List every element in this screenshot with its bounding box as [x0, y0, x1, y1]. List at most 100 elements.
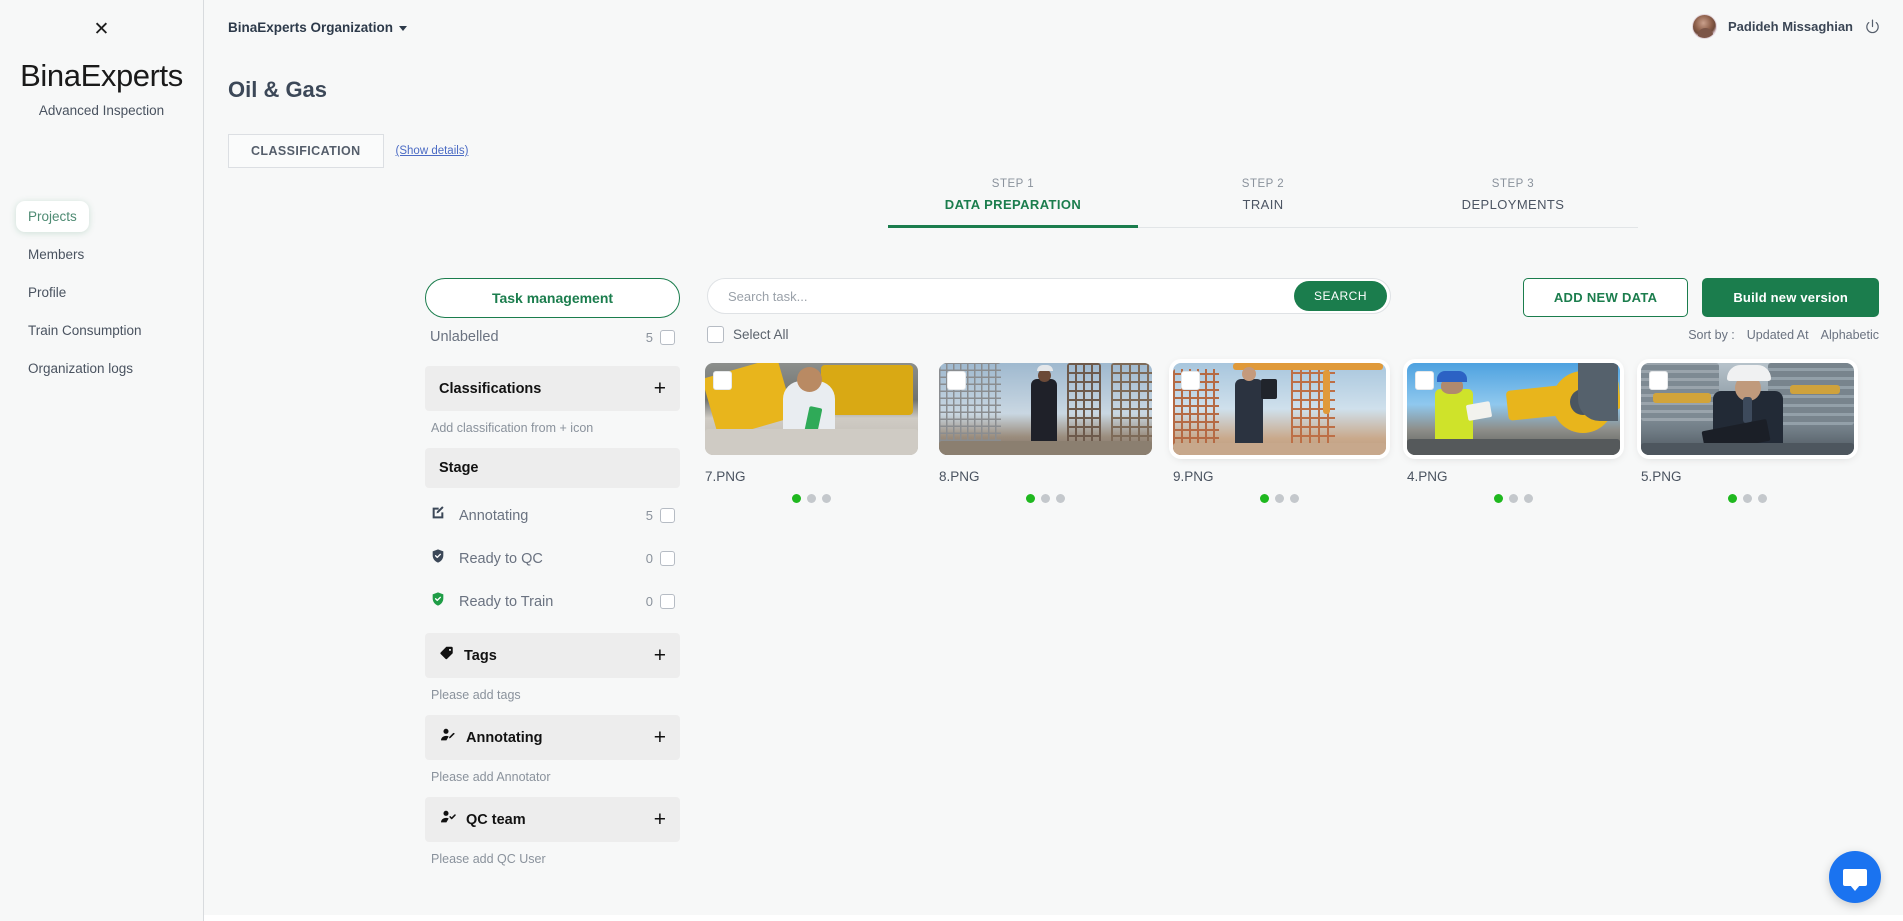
stage-annotating-count: 5: [645, 508, 653, 523]
tags-title: Tags: [464, 647, 497, 664]
project-type-row: CLASSIFICATION (Show details): [228, 134, 468, 168]
sidebar-item-members[interactable]: Members: [16, 239, 96, 270]
task-name: 7.PNG: [705, 469, 746, 484]
annotating-title: Annotating: [466, 729, 543, 746]
filter-row-unlabelled[interactable]: Unlabelled 5: [425, 318, 680, 356]
sidebar-item-projects[interactable]: Projects: [16, 201, 89, 232]
shield-check-icon: [430, 548, 446, 569]
tags-hint: Please add tags: [431, 688, 521, 702]
task-name: 9.PNG: [1173, 469, 1214, 484]
task-management-button[interactable]: Task management: [425, 278, 680, 318]
sort-option-alphabetic[interactable]: Alphabetic: [1821, 328, 1879, 342]
task-status-dots: [1641, 494, 1854, 503]
tab-train[interactable]: STEP 2 TRAIN: [1138, 178, 1388, 227]
step-1-label: DATA PREPARATION: [944, 197, 1082, 212]
task-thumbnail[interactable]: [1641, 363, 1854, 455]
shield-check-green-icon: [430, 591, 446, 612]
stage-ready-to-train-checkbox[interactable]: [660, 594, 675, 609]
stage-ready-to-train-count: 0: [645, 594, 653, 609]
build-new-version-button[interactable]: Build new version: [1702, 278, 1879, 317]
organization-selector[interactable]: BinaExperts Organization: [228, 20, 408, 35]
sidebar-item-train-consumption[interactable]: Train Consumption: [16, 315, 154, 346]
stage-row-ready-to-train[interactable]: Ready to Train 0: [425, 580, 680, 623]
task-name: 4.PNG: [1407, 469, 1448, 484]
chat-bubble-icon[interactable]: [1829, 851, 1881, 903]
stage-row-ready-to-qc[interactable]: Ready to QC 0: [425, 537, 680, 580]
power-icon[interactable]: [1864, 18, 1881, 35]
qc-team-hint: Please add QC User: [431, 852, 546, 866]
task-checkbox[interactable]: [1415, 371, 1434, 390]
search-input[interactable]: [708, 288, 1294, 304]
add-annotator-button[interactable]: +: [654, 727, 666, 748]
add-classification-button[interactable]: +: [654, 378, 666, 399]
unlabelled-checkbox[interactable]: [660, 329, 675, 345]
stage-annotating-checkbox[interactable]: [660, 508, 675, 523]
task-card[interactable]: 7.PNG: [705, 363, 939, 503]
pencil-square-icon: [430, 505, 446, 526]
show-details-link[interactable]: (Show details): [396, 145, 469, 157]
status-dot-1: [1260, 494, 1269, 503]
classifications-hint: Add classification from + icon: [431, 421, 594, 435]
step-3-number: STEP 3: [1491, 178, 1535, 190]
task-checkbox[interactable]: [1649, 371, 1668, 390]
annotating-hint: Please add Annotator: [431, 770, 551, 784]
sort-option-updated-at[interactable]: Updated At: [1747, 328, 1809, 342]
task-thumbnail[interactable]: [1173, 363, 1386, 455]
status-dot-1: [1728, 494, 1737, 503]
user-check-icon: [439, 809, 457, 830]
task-thumbnail[interactable]: [939, 363, 1152, 455]
task-card-grid: 7.PNG 8.PNG 9.PNG 4.PNG 5.PNG: [705, 363, 1875, 503]
task-thumbnail[interactable]: [1407, 363, 1620, 455]
unlabelled-label: Unlabelled: [430, 329, 499, 345]
task-card[interactable]: 4.PNG: [1407, 363, 1641, 503]
stage-title: Stage: [439, 460, 479, 476]
task-card[interactable]: 5.PNG: [1641, 363, 1875, 503]
select-all-row[interactable]: Select All: [707, 326, 789, 343]
page-title: Oil & Gas: [228, 77, 328, 102]
user-area: Padideh Missaghian: [1692, 14, 1881, 39]
add-tag-button[interactable]: +: [654, 645, 666, 666]
brand-tagline: Advanced Inspection: [38, 103, 165, 118]
avatar[interactable]: [1692, 14, 1718, 39]
stage-ready-to-qc-count: 0: [645, 551, 653, 566]
main-content: BinaExperts Organization Padideh Missagh…: [204, 0, 1903, 921]
stage-section-header: Stage: [425, 448, 680, 488]
stage-ready-to-qc-checkbox[interactable]: [660, 551, 675, 566]
status-dot-2: [1275, 494, 1284, 503]
sort-by-label: Sort by :: [1688, 328, 1735, 342]
tab-deployments[interactable]: STEP 3 DEPLOYMENTS: [1388, 178, 1638, 227]
add-new-data-button[interactable]: ADD NEW DATA: [1522, 278, 1689, 317]
sidebar-item-profile[interactable]: Profile: [16, 277, 78, 308]
search-bar: SEARCH: [707, 278, 1391, 314]
sidebar-item-organization-logs[interactable]: Organization logs: [16, 353, 145, 384]
task-status-dots: [705, 494, 918, 503]
task-status-dots: [1173, 494, 1386, 503]
stage-ready-to-qc-label: Ready to QC: [459, 550, 543, 567]
chevron-down-icon: [399, 26, 408, 31]
close-icon[interactable]: ✕: [89, 16, 115, 42]
status-dot-3: [1524, 494, 1533, 503]
add-qc-user-button[interactable]: +: [654, 809, 666, 830]
task-checkbox[interactable]: [1181, 371, 1200, 390]
status-dot-2: [1041, 494, 1050, 503]
task-thumbnail[interactable]: [705, 363, 918, 455]
classification-badge[interactable]: CLASSIFICATION: [228, 134, 384, 168]
task-checkbox[interactable]: [713, 371, 732, 390]
status-dot-2: [1743, 494, 1752, 503]
task-checkbox[interactable]: [947, 371, 966, 390]
select-all-checkbox[interactable]: [707, 326, 724, 343]
search-button[interactable]: SEARCH: [1293, 281, 1387, 311]
tab-data-preparation[interactable]: STEP 1 DATA PREPARATION: [888, 178, 1138, 228]
steps-tabs: STEP 1 DATA PREPARATION STEP 2 TRAIN STE…: [888, 178, 1638, 228]
task-card[interactable]: 8.PNG: [939, 363, 1173, 503]
classifications-section-header: Classifications +: [425, 366, 680, 411]
unlabelled-count: 5: [645, 329, 653, 345]
step-1-number: STEP 1: [991, 178, 1035, 190]
stage-row-annotating[interactable]: Annotating 5: [425, 494, 680, 537]
annotating-section-header: Annotating +: [425, 715, 680, 760]
app-root: ✕ BinaExperts Advanced Inspection Projec…: [0, 0, 1903, 921]
sidebar: ✕ BinaExperts Advanced Inspection Projec…: [0, 0, 204, 921]
filter-panel: Task management Unlabelled 5 Classificat…: [425, 278, 680, 869]
task-name: 5.PNG: [1641, 469, 1682, 484]
task-card[interactable]: 9.PNG: [1173, 363, 1407, 503]
